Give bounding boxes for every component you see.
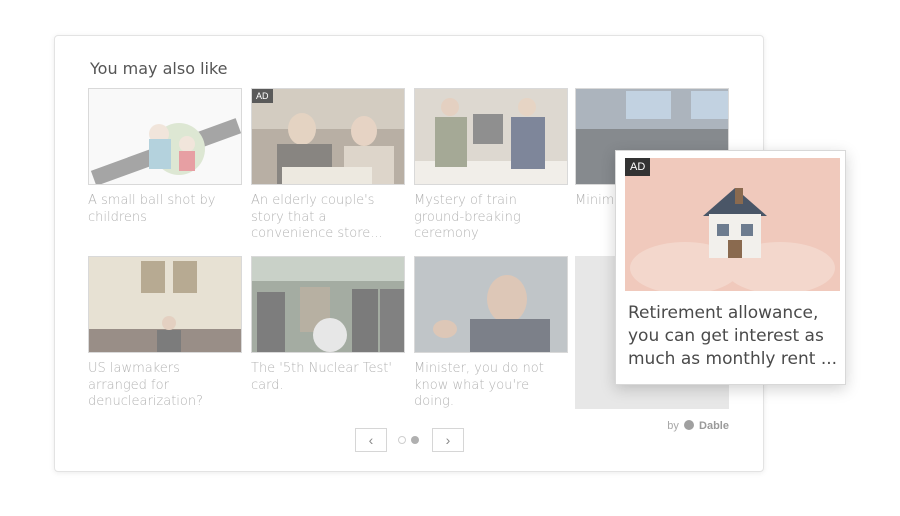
house-in-hands-image bbox=[625, 158, 840, 291]
card-title[interactable]: Minister, you do not know what you're do… bbox=[414, 361, 566, 411]
card-title[interactable]: US lawmakers arranged for denuclearizati… bbox=[88, 361, 240, 411]
widget-title: You may also like bbox=[90, 59, 228, 78]
card-title[interactable]: An elderly couple's story that a conveni… bbox=[251, 193, 403, 243]
dable-logo-icon bbox=[683, 420, 694, 430]
card-elderly-couple[interactable]: AD An elderly couple's story that a conv… bbox=[251, 88, 405, 243]
card-title[interactable]: Mystery of train ground-breaking ceremon… bbox=[414, 193, 566, 243]
dable-brand[interactable]: by Dable bbox=[667, 420, 729, 432]
featured-ad-popup[interactable]: AD Retirement allowance, you can get int… bbox=[615, 150, 846, 385]
ad-badge: AD bbox=[625, 158, 651, 176]
brand-name: Dable bbox=[699, 420, 729, 432]
card-title[interactable]: The '5th Nuclear Test' card. bbox=[251, 361, 403, 394]
card-train-ceremony[interactable]: Mystery of train ground-breaking ceremon… bbox=[414, 88, 568, 243]
card-thumbnail[interactable] bbox=[251, 256, 405, 353]
card-small-ball[interactable]: A small ball shot by childrens bbox=[88, 88, 242, 226]
carousel-pager: ‹ › bbox=[355, 428, 465, 452]
popup-title[interactable]: Retirement allowance, you can get intere… bbox=[628, 302, 843, 371]
brand-prefix: by bbox=[667, 420, 679, 432]
card-title[interactable]: A small ball shot by childrens bbox=[88, 193, 240, 226]
page-dot-2-active[interactable] bbox=[411, 436, 419, 444]
card-minister[interactable]: Minister, you do not know what you're do… bbox=[414, 256, 568, 411]
page-dot-1[interactable] bbox=[398, 436, 406, 444]
card-us-lawmakers[interactable]: US lawmakers arranged for denuclearizati… bbox=[88, 256, 242, 411]
card-thumbnail[interactable]: AD bbox=[251, 88, 405, 185]
popup-thumbnail[interactable]: AD bbox=[625, 158, 840, 291]
next-page-button[interactable]: › bbox=[432, 428, 464, 452]
card-thumbnail[interactable] bbox=[88, 256, 242, 353]
chevron-right-icon: › bbox=[445, 432, 451, 448]
chevron-left-icon: ‹ bbox=[368, 432, 374, 448]
prev-page-button[interactable]: ‹ bbox=[355, 428, 387, 452]
card-thumbnail[interactable] bbox=[414, 256, 568, 353]
card-nuclear-test[interactable]: The '5th Nuclear Test' card. bbox=[251, 256, 405, 394]
ad-badge: AD bbox=[252, 89, 273, 103]
card-thumbnail[interactable] bbox=[88, 88, 242, 185]
card-thumbnail[interactable] bbox=[414, 88, 568, 185]
